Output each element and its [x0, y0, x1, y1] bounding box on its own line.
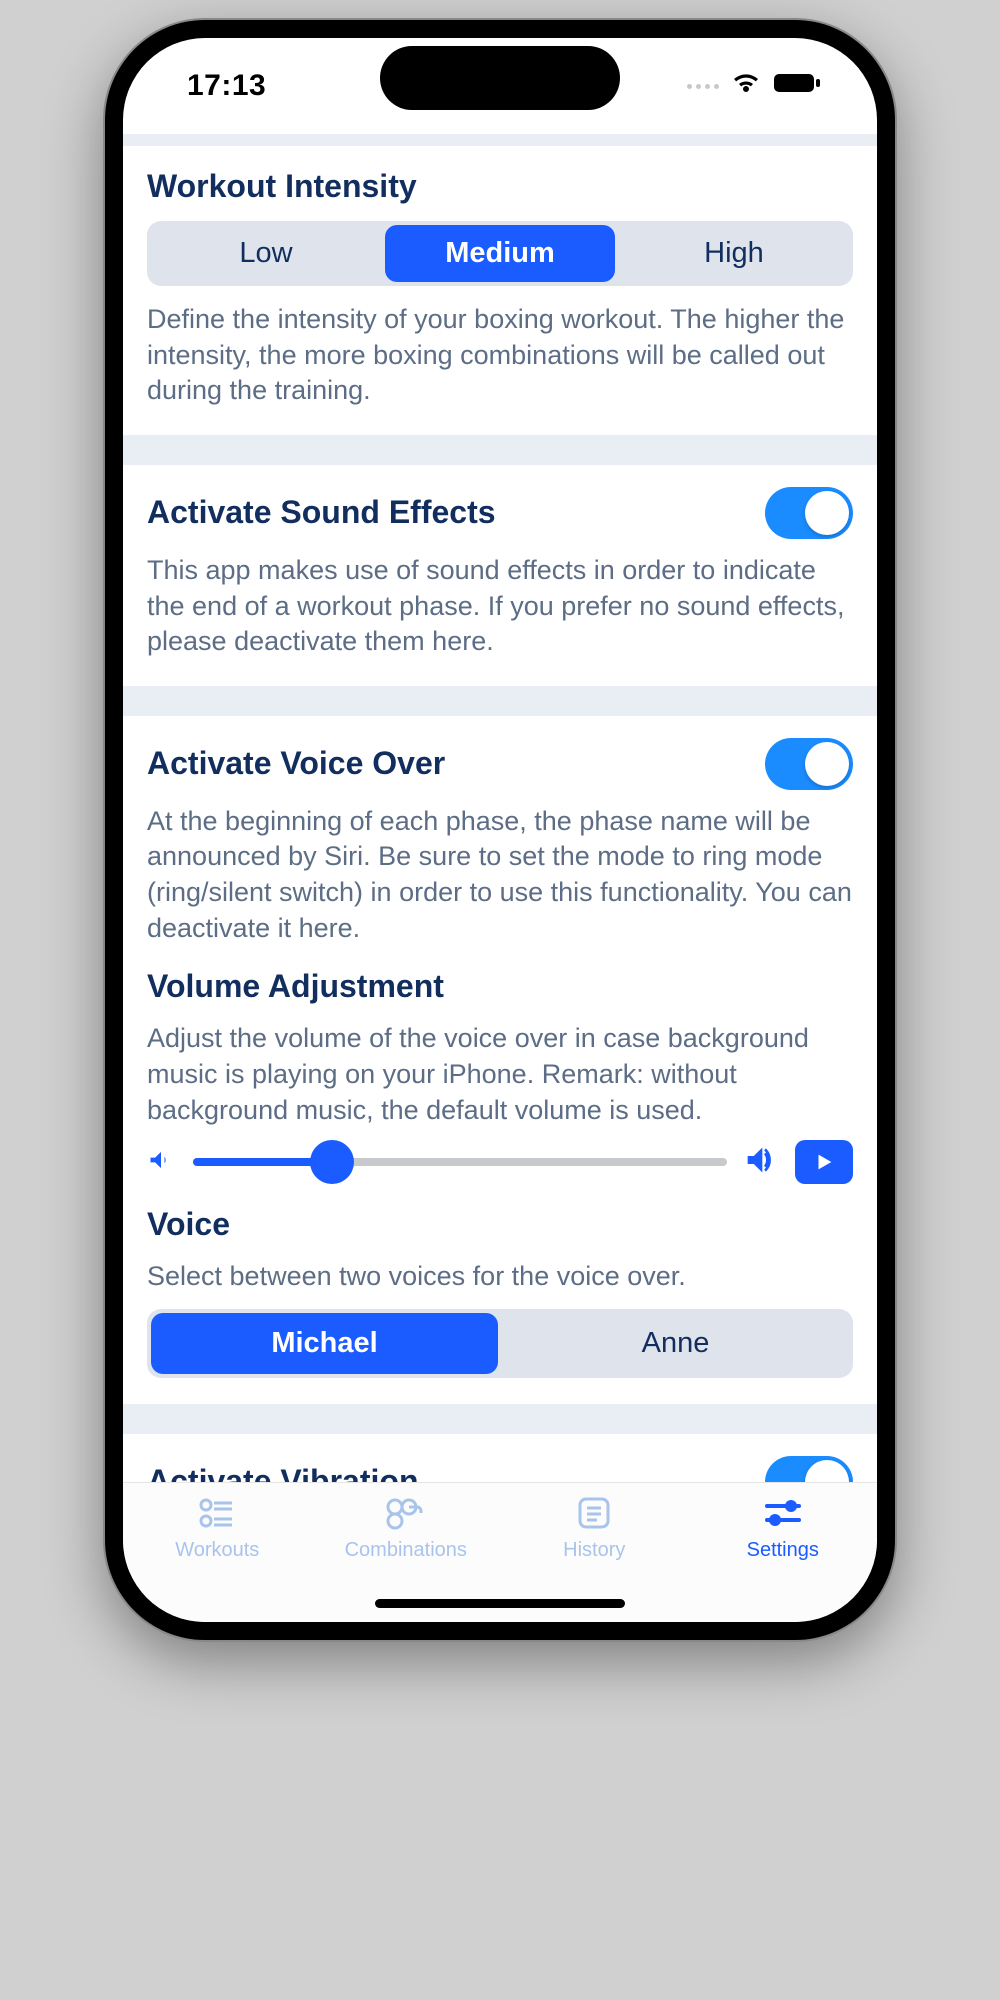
voice-desc: Select between two voices for the voice … [147, 1259, 853, 1295]
workouts-icon [123, 1493, 312, 1533]
volume-title: Volume Adjustment [147, 968, 853, 1005]
vibration-section: Activate Vibration This app makes use of… [123, 1434, 877, 1482]
home-indicator[interactable] [375, 1599, 625, 1608]
history-icon [500, 1493, 689, 1533]
voice-title: Voice [147, 1206, 853, 1243]
vibration-toggle[interactable] [765, 1456, 853, 1482]
intensity-title: Workout Intensity [147, 168, 853, 205]
tab-history-label: History [500, 1539, 689, 1562]
dynamic-island [380, 46, 620, 110]
cellular-dots-icon [687, 84, 719, 89]
voice-segmented[interactable]: Michael Anne [147, 1309, 853, 1378]
volume-slider[interactable] [193, 1158, 727, 1166]
volume-low-icon [147, 1146, 175, 1179]
tab-workouts-label: Workouts [123, 1539, 312, 1562]
volume-high-icon [745, 1144, 777, 1181]
voice-over-section: Activate Voice Over At the beginning of … [123, 716, 877, 1404]
voice-over-title: Activate Voice Over [147, 745, 445, 782]
intensity-option-low[interactable]: Low [151, 225, 381, 282]
screen: 17:13 Workout Intensity Low Medium High [123, 38, 877, 1622]
vibration-title: Activate Vibration [147, 1463, 418, 1482]
status-time: 17:13 [187, 69, 266, 103]
settings-scroll[interactable]: Workout Intensity Low Medium High Define… [123, 134, 877, 1482]
voice-over-toggle[interactable] [765, 738, 853, 790]
intensity-desc: Define the intensity of your boxing work… [147, 302, 853, 409]
sound-effects-section: Activate Sound Effects This app makes us… [123, 465, 877, 686]
intensity-section: Workout Intensity Low Medium High Define… [123, 146, 877, 435]
tab-workouts[interactable]: Workouts [123, 1493, 312, 1622]
battery-icon [773, 69, 821, 103]
voice-over-desc: At the beginning of each phase, the phas… [147, 804, 853, 947]
intensity-option-medium[interactable]: Medium [385, 225, 615, 282]
volume-preview-button[interactable] [795, 1140, 853, 1184]
combinations-icon [312, 1493, 501, 1533]
wifi-icon [731, 69, 761, 103]
intensity-segmented[interactable]: Low Medium High [147, 221, 853, 286]
tab-combinations-label: Combinations [312, 1539, 501, 1562]
sound-effects-title: Activate Sound Effects [147, 494, 496, 531]
sound-effects-desc: This app makes use of sound effects in o… [147, 553, 853, 660]
tab-settings-label: Settings [689, 1539, 878, 1562]
tab-settings[interactable]: Settings [689, 1493, 878, 1622]
phone-frame: 17:13 Workout Intensity Low Medium High [105, 20, 895, 1640]
volume-desc: Adjust the volume of the voice over in c… [147, 1021, 853, 1128]
voice-option-anne[interactable]: Anne [502, 1313, 849, 1374]
settings-icon [689, 1493, 878, 1533]
sound-effects-toggle[interactable] [765, 487, 853, 539]
voice-option-michael[interactable]: Michael [151, 1313, 498, 1374]
intensity-option-high[interactable]: High [619, 225, 849, 282]
